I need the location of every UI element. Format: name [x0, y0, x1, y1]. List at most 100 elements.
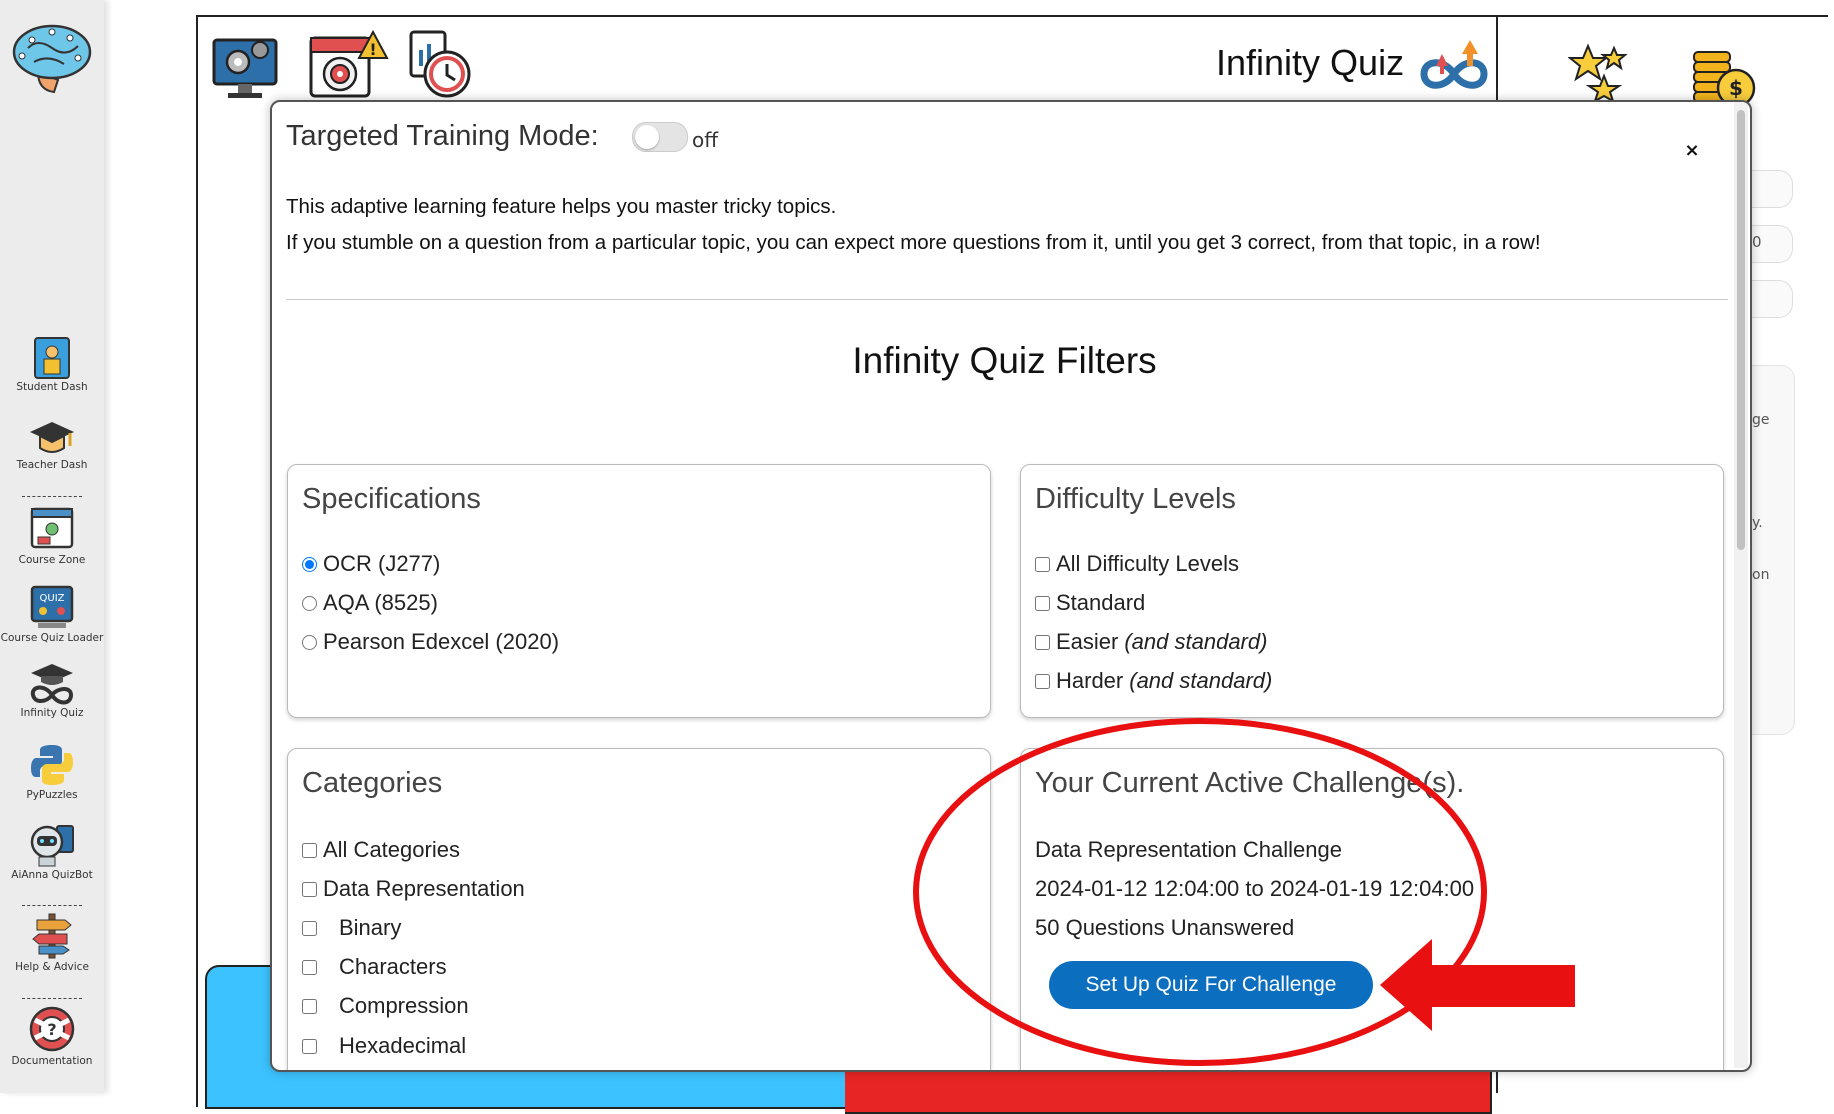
card-title: Categories: [302, 767, 443, 799]
card-title: Specifications: [302, 483, 481, 515]
settings-monitor-icon[interactable]: [210, 30, 282, 100]
difficulty-option-easier[interactable]: Easier (and standard): [1035, 629, 1267, 655]
specifications-card: Specifications OCR (J277) AQA (8525) Pea…: [287, 464, 991, 718]
spec-radio[interactable]: [302, 595, 317, 611]
svg-text:$: $: [1729, 76, 1743, 100]
difficulty-checkbox[interactable]: [1035, 673, 1050, 689]
sidebar-item-aianna-quizbot[interactable]: AiAnna QuizBot: [0, 820, 104, 881]
option-label: Characters: [339, 954, 447, 979]
bg-tile-red: [845, 1070, 1492, 1114]
sidebar-item-label: Help & Advice: [15, 961, 89, 973]
difficulty-checkbox[interactable]: [1035, 556, 1050, 572]
bg-text-fragment: 0: [1752, 233, 1762, 251]
spec-option-ocr[interactable]: OCR (J277): [302, 551, 440, 577]
card-title: Difficulty Levels: [1035, 483, 1236, 515]
spec-radio[interactable]: [302, 634, 317, 650]
category-option-all[interactable]: All Categories: [302, 837, 460, 863]
divider: [286, 299, 1728, 300]
student-dash-icon: [34, 337, 70, 379]
svg-text:?: ?: [47, 1020, 56, 1039]
difficulty-option-all[interactable]: All Difficulty Levels: [1035, 551, 1239, 577]
sidebar-item-course-zone[interactable]: Course Zone: [0, 505, 104, 566]
sidebar-divider: [22, 998, 82, 999]
category-checkbox[interactable]: [302, 842, 317, 858]
intro-text-line-2: If you stumble on a question from a part…: [286, 231, 1541, 254]
category-checkbox[interactable]: [302, 1038, 317, 1054]
lifebuoy-icon: ?: [29, 1006, 75, 1052]
page-title: Infinity Quiz: [1216, 42, 1405, 83]
option-label: Pearson Edexcel (2020): [323, 629, 560, 654]
card-title: Your Current Active Challenge(s).: [1035, 767, 1465, 799]
category-option-compression[interactable]: Compression: [302, 993, 469, 1019]
spec-option-aqa[interactable]: AQA (8525): [302, 590, 438, 616]
filters-modal: Targeted Training Mode: off × This adapt…: [270, 100, 1752, 1072]
difficulty-checkbox[interactable]: [1035, 634, 1050, 650]
sidebar-item-infinity-quiz[interactable]: Infinity Quiz: [0, 662, 104, 719]
sidebar-item-teacher-dash[interactable]: Teacher Dash: [0, 418, 104, 471]
sidebar-divider: [22, 905, 82, 906]
challenge-unanswered-count: 50 Questions Unanswered: [1035, 915, 1295, 940]
toggle-knob: [635, 125, 659, 149]
option-label: Hexadecimal: [339, 1033, 467, 1058]
option-label: Compression: [339, 993, 469, 1018]
sidebar-item-pypuzzles[interactable]: PyPuzzles: [0, 742, 104, 801]
sidebar-item-label: Course Zone: [18, 554, 86, 566]
sidebar-item-label: Student Dash: [16, 381, 88, 393]
close-button[interactable]: ×: [1682, 140, 1702, 161]
bg-text-fragment: y.: [1752, 515, 1763, 531]
sidebar-item-label: Teacher Dash: [16, 459, 88, 471]
training-mode-toggle[interactable]: [632, 122, 688, 152]
active-challenges-card: Your Current Active Challenge(s). Data R…: [1020, 748, 1724, 1070]
category-option-binary[interactable]: Binary: [302, 915, 401, 941]
toggle-state-label: off: [692, 128, 719, 152]
category-checkbox[interactable]: [302, 881, 317, 897]
category-checkbox[interactable]: [302, 998, 317, 1014]
sidebar-item-label: Documentation: [11, 1055, 93, 1067]
bg-text-fragment: on: [1752, 567, 1770, 583]
sidebar-item-label: Infinity Quiz: [20, 707, 84, 719]
sidebar-item-documentation[interactable]: ? Documentation: [0, 1004, 104, 1067]
stars-achievements-icon[interactable]: [1568, 42, 1630, 102]
option-label: All Categories: [323, 837, 460, 862]
difficulty-option-harder[interactable]: Harder (and standard): [1035, 668, 1272, 694]
option-note: (and standard): [1129, 668, 1273, 693]
spec-radio[interactable]: [302, 556, 317, 572]
calendar-target-icon[interactable]: !: [307, 30, 389, 100]
spec-option-edexcel[interactable]: Pearson Edexcel (2020): [302, 629, 559, 655]
infinity-growth-logo-icon: [1420, 40, 1488, 89]
signpost-icon: [32, 913, 72, 959]
category-option-hexadecimal[interactable]: Hexadecimal: [302, 1033, 466, 1059]
sidebar-item-help-advice[interactable]: Help & Advice: [0, 912, 104, 973]
filters-title: Infinity Quiz Filters: [852, 340, 1157, 381]
report-clock-icon[interactable]: [405, 30, 477, 102]
sidebar-item-label: PyPuzzles: [26, 789, 78, 801]
option-label: Standard: [1056, 590, 1146, 615]
category-option-characters[interactable]: Characters: [302, 954, 447, 980]
challenge-period: 2024-01-12 12:04:00 to 2024-01-19 12:04:…: [1035, 876, 1475, 901]
sidebar-item-course-quiz-loader[interactable]: QUIZ Course Quiz Loader: [0, 583, 104, 644]
option-label: Data Representation: [323, 876, 525, 901]
category-option-data-representation[interactable]: Data Representation: [302, 876, 525, 902]
difficulty-option-standard[interactable]: Standard: [1035, 590, 1145, 616]
sidebar-item-label: Course Quiz Loader: [0, 632, 104, 644]
sidebar-item-student-dash[interactable]: Student Dash: [0, 336, 104, 393]
set-up-quiz-button[interactable]: Set Up Quiz For Challenge: [1049, 961, 1373, 1009]
python-icon: [31, 745, 73, 785]
graduation-cap-icon: [30, 422, 74, 453]
option-label: Easier: [1056, 629, 1119, 654]
option-label: AQA (8525): [323, 590, 438, 615]
sidebar-divider: [22, 496, 82, 497]
category-checkbox[interactable]: [302, 920, 317, 936]
category-checkbox[interactable]: [302, 959, 317, 975]
bg-text-fragment: ge: [1752, 412, 1770, 428]
option-label: OCR (J277): [323, 551, 441, 576]
sidebar: Student Dash Teacher Dash Course Zone QU…: [0, 0, 104, 1093]
scrollbar-thumb[interactable]: [1737, 110, 1745, 550]
training-mode-label: Targeted Training Mode:: [286, 120, 599, 152]
robot-icon: [30, 825, 74, 867]
svg-text:!: !: [369, 40, 376, 59]
modal-scrollbar[interactable]: [1734, 102, 1748, 1068]
brain-logo-icon[interactable]: [8, 18, 96, 96]
difficulty-checkbox[interactable]: [1035, 595, 1050, 611]
course-zone-icon: [30, 507, 74, 549]
